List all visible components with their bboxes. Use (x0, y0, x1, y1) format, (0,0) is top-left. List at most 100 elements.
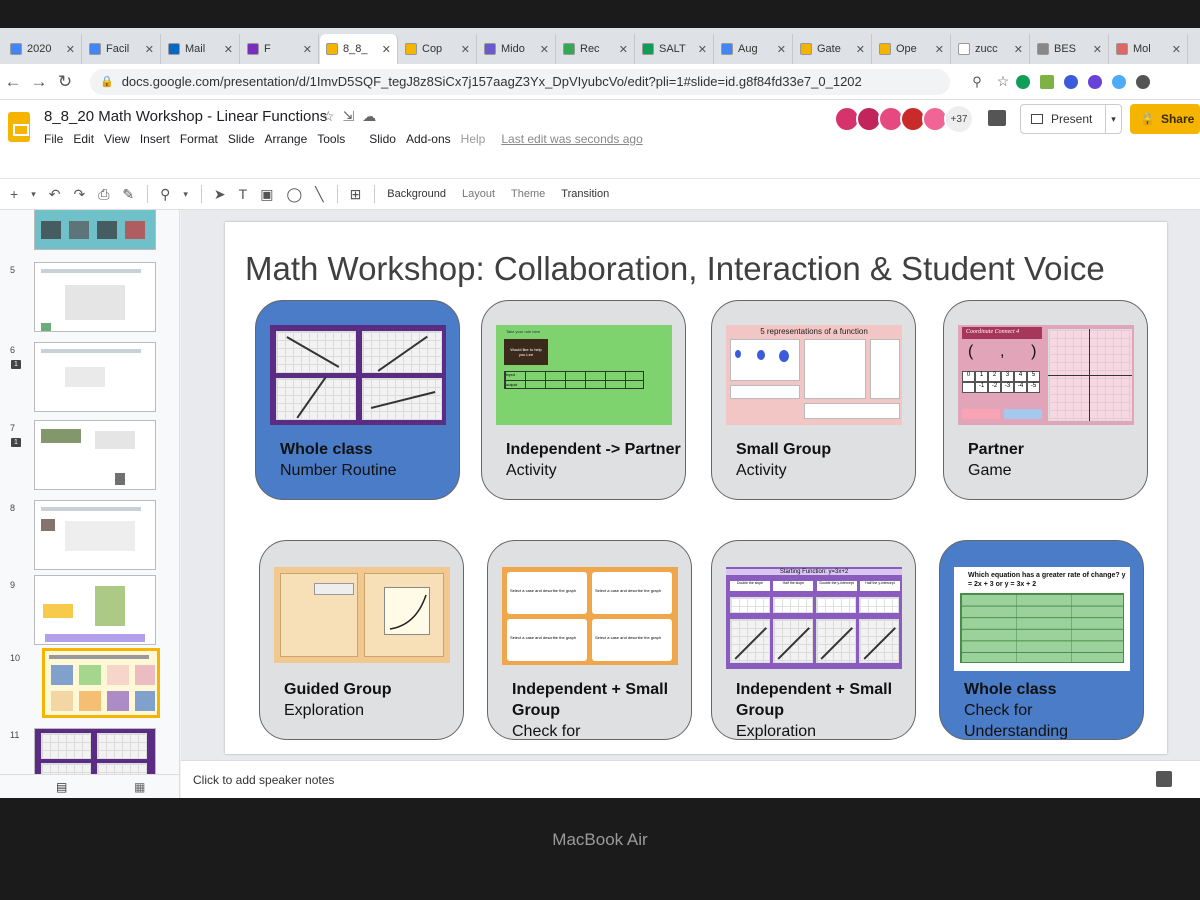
close-icon[interactable]: ✕ (145, 43, 154, 56)
close-icon[interactable]: ✕ (856, 43, 865, 56)
explore-icon[interactable] (1156, 771, 1172, 787)
document-title[interactable]: 8_8_20 Math Workshop - Linear Functions (44, 108, 327, 125)
slide-thumbnail[interactable] (34, 262, 156, 332)
move-folder-icon[interactable]: ⇲ (343, 108, 363, 124)
transition-button[interactable]: Transition (561, 188, 609, 200)
theme-button[interactable]: Theme (511, 188, 545, 200)
current-slide[interactable]: Math Workshop: Collaboration, Interactio… (225, 222, 1167, 754)
close-icon[interactable]: ✕ (935, 43, 944, 56)
close-icon[interactable]: ✕ (303, 43, 312, 56)
close-icon[interactable]: ✕ (461, 43, 470, 56)
select-cursor-icon[interactable]: ➤ (214, 186, 226, 203)
workshop-card[interactable]: Select a case and describe the graph Sel… (487, 540, 692, 740)
browser-tab[interactable]: SALT ✕ (636, 34, 714, 64)
layout-button[interactable]: Layout (462, 188, 495, 200)
chevron-down-icon[interactable]: ▾ (1105, 105, 1121, 133)
comments-icon[interactable] (988, 110, 1006, 126)
close-icon[interactable]: ✕ (382, 43, 391, 56)
add-comment-icon[interactable]: ⊞ (350, 186, 362, 203)
menu-item-help[interactable]: Help (461, 132, 486, 146)
browser-tab[interactable]: 8_8_ ✕ (320, 34, 398, 64)
close-icon[interactable]: ✕ (224, 43, 233, 56)
new-slide-icon[interactable]: + (10, 186, 18, 202)
browser-tab[interactable]: Cop ✕ (399, 34, 477, 64)
star-icon[interactable]: ☆ (322, 108, 343, 124)
chevron-down-icon[interactable]: ▾ (31, 189, 36, 200)
extension-icon[interactable] (1088, 74, 1102, 89)
line-icon[interactable]: ╲ (315, 186, 323, 203)
extension-icon[interactable] (1112, 74, 1126, 89)
zoom-icon[interactable]: ⚲ (160, 186, 170, 203)
last-edit-link[interactable]: Last edit was seconds ago (501, 132, 642, 146)
workshop-card[interactable]: Take your role here Would like to help y… (481, 300, 686, 500)
close-icon[interactable]: ✕ (698, 43, 707, 56)
zoom-icon[interactable]: ⚲ (964, 74, 990, 90)
browser-tab[interactable]: Rec ✕ (557, 34, 635, 64)
menu-item-slido[interactable]: Slido (355, 132, 396, 146)
browser-tab[interactable]: Aug ✕ (715, 34, 793, 64)
browser-tab[interactable]: Ope ✕ (873, 34, 951, 64)
workshop-card[interactable]: Starting Function: y=3x+2 Double the slo… (711, 540, 916, 740)
menu-item-edit[interactable]: Edit (73, 132, 94, 146)
print-icon[interactable]: ⎙ (98, 186, 109, 203)
close-icon[interactable]: ✕ (619, 43, 628, 56)
text-box-icon[interactable]: T (239, 186, 248, 202)
paint-format-icon[interactable]: ✎ (122, 186, 134, 203)
browser-tab[interactable]: F ✕ (241, 34, 319, 64)
browser-tab[interactable]: BES ✕ (1031, 34, 1109, 64)
more-collaborators-badge[interactable]: +37 (946, 106, 972, 132)
menu-item-file[interactable]: File (44, 132, 63, 146)
close-icon[interactable]: ✕ (1093, 43, 1102, 56)
browser-tab[interactable]: Gate ✕ (794, 34, 872, 64)
workshop-card[interactable]: 5 representations of a function Small Gr… (711, 300, 916, 500)
extension-icon[interactable] (1040, 74, 1054, 89)
comment-indicator-icon[interactable]: 1 (11, 438, 21, 447)
speaker-notes[interactable]: Click to add speaker notes (181, 760, 1200, 798)
share-button[interactable]: 🔒 Share (1130, 104, 1200, 134)
chevron-down-icon[interactable]: ▾ (183, 189, 188, 200)
menu-item-insert[interactable]: Insert (140, 132, 170, 146)
redo-icon[interactable]: ↷ (73, 186, 85, 203)
background-button[interactable]: Background (387, 188, 446, 200)
workshop-card[interactable]: Coordinate Connect 4 ( , ) 0 1 2 3 4 5 -… (943, 300, 1148, 500)
slide-thumbnail[interactable] (34, 420, 156, 490)
slide-title[interactable]: Math Workshop: Collaboration, Interactio… (245, 250, 1105, 288)
extension-icon[interactable] (1064, 74, 1078, 89)
back-icon[interactable]: ← (0, 72, 26, 92)
menu-item-add-ons[interactable]: Add-ons (406, 132, 451, 146)
close-icon[interactable]: ✕ (1172, 43, 1181, 56)
browser-tab[interactable]: zucc ✕ (952, 34, 1030, 64)
close-icon[interactable]: ✕ (1014, 43, 1023, 56)
close-icon[interactable]: ✕ (540, 43, 549, 56)
browser-tab[interactable]: Mido ✕ (478, 34, 556, 64)
forward-icon[interactable]: → (26, 72, 52, 92)
menu-item-tools[interactable]: Tools (317, 132, 345, 146)
slide-thumbnail[interactable] (34, 210, 156, 250)
image-icon[interactable]: ▣ (260, 186, 273, 203)
comment-indicator-icon[interactable]: 1 (11, 360, 21, 369)
workshop-card[interactable]: Whole class Number Routine (255, 300, 460, 500)
menu-item-view[interactable]: View (104, 132, 130, 146)
menu-item-format[interactable]: Format (180, 132, 218, 146)
workshop-card[interactable]: Which equation has a greater rate of cha… (939, 540, 1144, 740)
url-field[interactable]: 🔒 docs.google.com/presentation/d/1ImvD5S… (90, 68, 950, 95)
browser-tab[interactable]: Facil ✕ (83, 34, 161, 64)
close-icon[interactable]: ✕ (777, 43, 786, 56)
browser-tab[interactable]: Mail ✕ (162, 34, 240, 64)
menu-item-slide[interactable]: Slide (228, 132, 255, 146)
slides-logo-icon[interactable] (8, 112, 30, 142)
extension-icon[interactable] (1016, 74, 1030, 89)
slide-thumbnail[interactable] (34, 500, 156, 570)
browser-tab[interactable]: 2020 ✕ (4, 34, 82, 64)
present-button[interactable]: Present ▾ (1020, 104, 1122, 134)
workshop-card[interactable]: Guided Group Exploration (259, 540, 464, 740)
reload-icon[interactable]: ↻ (52, 72, 78, 92)
browser-tab[interactable]: Mol ✕ (1110, 34, 1188, 64)
slide-thumbnail[interactable] (34, 575, 156, 645)
slide-thumbnail-selected[interactable] (42, 648, 160, 718)
list-view-icon[interactable]: ▤ (56, 780, 67, 794)
slide-thumbnail[interactable] (34, 342, 156, 412)
shape-icon[interactable]: ◯ (286, 186, 302, 203)
close-icon[interactable]: ✕ (66, 43, 75, 56)
extension-icon[interactable] (1136, 74, 1150, 89)
